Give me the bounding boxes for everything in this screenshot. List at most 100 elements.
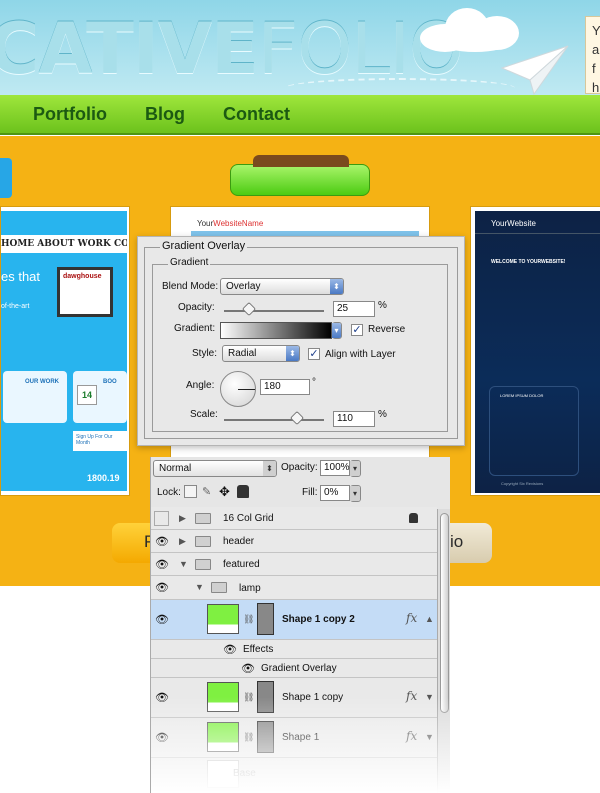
collapse-effects-icon[interactable]: ▲ — [425, 614, 434, 624]
layer-row[interactable]: 👁 ⛓ Shape 1 fx ▼ — [151, 718, 437, 758]
slider-prev-button[interactable] — [0, 158, 12, 198]
thumb-footer: Copyright Six Revisions — [501, 481, 544, 486]
card-title: OUR WORK — [25, 379, 59, 385]
layer-name: 16 Col Grid — [223, 513, 274, 524]
eye-icon[interactable]: 👁 — [155, 731, 169, 744]
layer-thumbnail — [207, 722, 239, 752]
note-line: h — [592, 80, 600, 95]
chevron-down-icon: ▾ — [332, 323, 341, 338]
chevron-down-icon: ▾ — [350, 461, 360, 476]
lock-all-icon[interactable] — [237, 485, 249, 498]
divider — [475, 233, 600, 234]
layer-blend-value: Normal — [159, 463, 192, 474]
layers-panel: Normal ⬍ Opacity: 100% ▾ Lock: ✎ ✥ Fill: … — [150, 457, 450, 793]
portfolio-thumb-right[interactable]: YourWebsite WELCOME TO YOURWEBSITE! LORE… — [470, 206, 600, 496]
scale-label: Scale: — [190, 409, 218, 420]
thumb-tagline-2: of-the-art — [1, 303, 30, 310]
effects-row[interactable]: 👁 Effects — [151, 640, 437, 659]
layer-opacity-input[interactable]: 100% — [320, 460, 350, 476]
layer-row[interactable]: Base — [151, 758, 437, 793]
dialog-title: Gradient Overlay — [160, 240, 248, 252]
group-title: Gradient — [168, 257, 211, 268]
layer-row[interactable]: ▶ 16 Col Grid — [151, 507, 437, 530]
fx-icon: fx — [406, 729, 418, 743]
layer-name: featured — [223, 559, 260, 570]
blend-mode-value: Overlay — [226, 281, 261, 292]
layer-row[interactable]: 👁 ▶ header — [151, 530, 437, 553]
style-select[interactable]: Radial ⬍ — [222, 345, 300, 362]
layer-row-selected[interactable]: 👁 ⛓ Shape 1 copy 2 fx ▲ — [151, 600, 437, 640]
degree-sign: ° — [312, 377, 316, 388]
effects-label: Effects — [243, 644, 274, 655]
layer-name: Base — [233, 768, 256, 779]
effect-row[interactable]: 👁 Gradient Overlay — [151, 659, 437, 678]
lamp-shade — [230, 155, 370, 196]
expand-arrow-icon[interactable]: ▶ — [179, 536, 186, 547]
reverse-label: Reverse — [368, 324, 406, 335]
opacity-slider[interactable] — [224, 301, 324, 317]
scrollbar-thumb[interactable] — [440, 513, 449, 713]
thumb-welcome: WELCOME TO YOURWEBSITE! — [491, 259, 566, 265]
opacity-label: Opacity: — [178, 302, 215, 313]
layer-row[interactable]: 👁 ▼ lamp — [151, 576, 437, 600]
collapse-arrow-icon[interactable]: ▼ — [195, 582, 204, 592]
button-label: io — [450, 532, 464, 551]
fill-input[interactable]: 0% — [320, 485, 350, 501]
portfolio-thumb-left[interactable]: HOME ABOUT WORK CON es that of-the-art d… — [0, 206, 130, 496]
opacity-input[interactable]: 25 — [333, 301, 375, 317]
layers-scrollbar[interactable] — [437, 509, 450, 793]
effect-name: Gradient Overlay — [261, 663, 337, 674]
panel-title: LOREM IPSUM DOLOR — [500, 393, 544, 398]
expand-effects-icon[interactable]: ▼ — [425, 732, 434, 742]
nav-blog-link[interactable]: Blog — [145, 104, 185, 125]
collapse-arrow-icon[interactable]: ▼ — [179, 559, 188, 569]
expand-arrow-icon[interactable]: ▶ — [179, 513, 186, 524]
align-with-layer-label: Align with Layer — [325, 349, 396, 360]
scale-slider[interactable] — [224, 410, 324, 426]
eye-icon[interactable]: 👁 — [155, 535, 169, 548]
chevron-updown-icon: ⬍ — [263, 461, 276, 476]
eye-icon[interactable]: 👁 — [241, 662, 255, 675]
paper-plane-icon — [500, 45, 569, 95]
note-line: a — [592, 42, 600, 57]
fill-dropdown[interactable]: ▾ — [350, 485, 361, 502]
chevron-down-icon: ▾ — [350, 486, 360, 501]
layer-opacity-dropdown[interactable]: ▾ — [350, 460, 361, 477]
plane-trail — [285, 78, 515, 95]
eye-icon[interactable]: 👁 — [223, 643, 237, 656]
calendar-icon: 14 — [77, 385, 97, 405]
align-with-layer-checkbox[interactable]: ✓ — [308, 348, 320, 360]
nav-contact-link[interactable]: Contact — [223, 104, 290, 125]
gradient-dropdown[interactable]: ▾ — [332, 322, 342, 339]
nav-portfolio-link[interactable]: Portfolio — [33, 104, 107, 125]
fill-label: Fill: — [302, 487, 318, 498]
gradient-picker[interactable] — [220, 322, 332, 339]
percent-sign: % — [378, 300, 387, 311]
lock-transparency-icon[interactable] — [184, 485, 197, 498]
note-line: Y — [592, 23, 600, 38]
layer-name: Shape 1 — [282, 732, 320, 743]
lock-paint-icon[interactable]: ✎ — [202, 485, 211, 498]
eye-icon[interactable]: 👁 — [155, 581, 169, 594]
thumb-brand: YourWebsite — [491, 219, 536, 228]
eye-icon[interactable]: 👁 — [155, 613, 169, 626]
style-value: Radial — [228, 348, 257, 359]
layer-blend-select[interactable]: Normal ⬍ — [153, 460, 277, 477]
thumb-menu: HOME ABOUT WORK CON — [1, 235, 127, 253]
layer-row[interactable]: 👁 ▼ featured — [151, 553, 437, 576]
angle-label: Angle: — [186, 380, 215, 391]
scale-input[interactable]: 110 — [333, 411, 375, 427]
reverse-checkbox[interactable]: ✓ — [351, 324, 363, 336]
angle-dial[interactable] — [220, 371, 256, 407]
thumb-tagline: es that — [1, 269, 41, 284]
layer-row[interactable]: 👁 ⛓ Shape 1 copy fx ▼ — [151, 678, 437, 718]
eye-icon[interactable]: 👁 — [155, 691, 169, 704]
fx-icon: fx — [406, 689, 418, 703]
angle-input[interactable]: 180 — [260, 379, 310, 395]
expand-effects-icon[interactable]: ▼ — [425, 692, 434, 702]
visibility-toggle[interactable] — [154, 511, 169, 526]
blend-mode-select[interactable]: Overlay ⬍ — [220, 278, 344, 295]
lock-move-icon[interactable]: ✥ — [219, 484, 230, 500]
eye-icon[interactable]: 👁 — [155, 558, 169, 571]
main-nav: Portfolio Blog Contact — [0, 95, 600, 135]
